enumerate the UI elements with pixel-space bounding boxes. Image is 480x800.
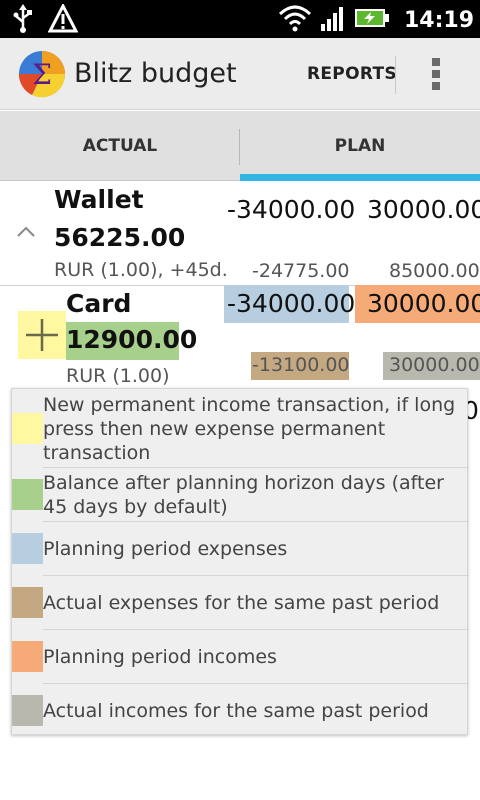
- action-bar: Σ Blitz budget REPORTS: [0, 38, 480, 110]
- legend-swatch: [12, 413, 43, 444]
- legend-swatch: [12, 587, 43, 618]
- actual-expense-value: -13100.00: [252, 354, 350, 376]
- legend-text: Actual expenses for the same past period: [43, 592, 440, 614]
- legend-swatch: [12, 533, 43, 564]
- usb-icon: [12, 4, 34, 38]
- color-legend-popup: New permanent income transaction, if lon…: [11, 388, 469, 736]
- legend-swatch: [12, 641, 43, 672]
- account-name: Card: [66, 289, 132, 318]
- tab-bar: ACTUAL PLAN: [0, 111, 480, 181]
- legend-item: Balance after planning horizon days (aft…: [12, 468, 469, 520]
- plan-expense-value: -34000.00: [227, 195, 356, 224]
- plan-income-value: 30000.00: [367, 289, 480, 318]
- legend-text: New permanent income transaction, if lon…: [43, 394, 456, 464]
- account-balance: 12900.00: [66, 325, 198, 354]
- account-details: RUR (1.00), +45d.: [54, 259, 228, 281]
- chevron-up-icon[interactable]: [16, 223, 36, 237]
- legend-text: Balance after planning horizon days (aft…: [43, 472, 444, 518]
- reports-button[interactable]: REPORTS: [307, 64, 397, 84]
- account-balance: 56225.00: [54, 223, 186, 252]
- legend-swatch: [12, 695, 43, 726]
- warning-icon: [47, 2, 79, 38]
- account-name: Wallet: [54, 185, 144, 214]
- svg-text:Σ: Σ: [32, 58, 52, 91]
- account-details: RUR (1.00): [66, 365, 170, 387]
- add-transaction-button[interactable]: [18, 311, 66, 359]
- plan-expense-value: -34000.00: [227, 289, 356, 318]
- legend-text: Planning period expenses: [43, 538, 288, 560]
- legend-item: New permanent income transaction, if lon…: [12, 389, 469, 466]
- legend-text: Actual incomes for the same past period: [43, 700, 429, 722]
- status-time: 14:19: [403, 7, 474, 33]
- actual-income-value: 30000.00: [389, 354, 480, 376]
- overflow-menu-icon[interactable]: [432, 58, 442, 90]
- plan-income-value: 30000.00: [367, 195, 480, 224]
- tab-actual[interactable]: ACTUAL: [0, 111, 240, 181]
- actual-income-value: 85000.00: [389, 260, 480, 282]
- legend-item: Actual expenses for the same past period: [12, 576, 469, 628]
- legend-item: Planning period expenses: [12, 522, 469, 574]
- app-logo-icon: Σ: [18, 50, 66, 98]
- signal-icon: [320, 4, 346, 36]
- action-divider: [395, 56, 396, 94]
- legend-text: Planning period incomes: [43, 646, 277, 668]
- tab-plan[interactable]: PLAN: [240, 111, 480, 181]
- legend-item: Planning period incomes: [12, 630, 469, 682]
- tab-selected-indicator: [240, 174, 480, 181]
- battery-charging-icon: [354, 4, 390, 36]
- legend-item: Actual incomes for the same past period: [12, 684, 469, 736]
- status-bar: 14:19: [0, 0, 480, 38]
- app-title: Blitz budget: [74, 58, 237, 89]
- wifi-icon: [278, 4, 312, 36]
- actual-expense-value: -24775.00: [252, 260, 350, 282]
- legend-swatch: [12, 479, 43, 510]
